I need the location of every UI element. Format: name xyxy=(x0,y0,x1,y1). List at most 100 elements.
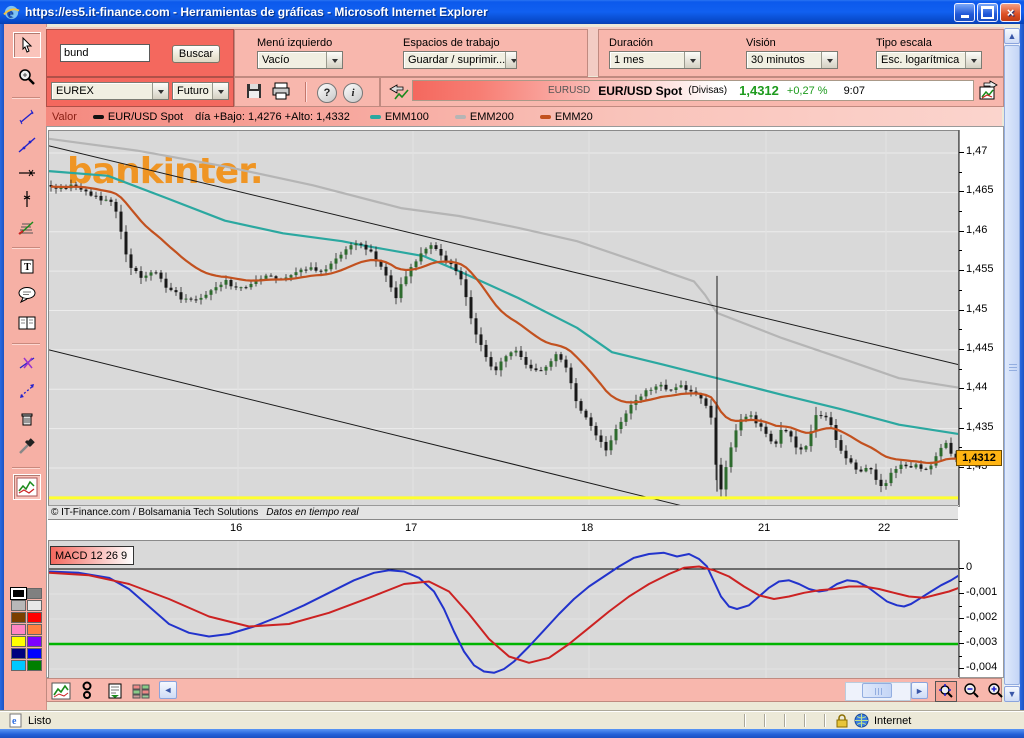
palette-color[interactable] xyxy=(11,612,26,623)
quote-bar[interactable]: EURUSD EUR/USD Spot (Divisas) 1,4312 +0,… xyxy=(412,80,974,101)
trend-segment-tool[interactable] xyxy=(13,104,41,130)
trend-line-tool[interactable] xyxy=(13,132,41,158)
palette-color[interactable] xyxy=(27,660,42,671)
candle xyxy=(455,264,458,271)
palette-color[interactable] xyxy=(11,660,26,671)
chart-back-button[interactable] xyxy=(387,81,411,103)
palette-color[interactable] xyxy=(11,600,26,611)
chevron-down-icon[interactable] xyxy=(505,52,517,68)
instrument-select[interactable]: Futuro xyxy=(172,82,229,100)
macd-macd-line xyxy=(49,553,959,673)
palette-color[interactable] xyxy=(27,612,42,623)
scroll-down-button[interactable]: ▼ xyxy=(1004,686,1020,702)
search-input[interactable] xyxy=(60,44,150,62)
settings-tool[interactable] xyxy=(13,434,41,460)
y-axis-label: -0,002 xyxy=(966,611,997,623)
scroll-up-button[interactable]: ▲ xyxy=(1004,28,1020,44)
minimize-button[interactable] xyxy=(954,3,975,22)
workspaces-select[interactable]: Guardar / suprimir... xyxy=(403,51,517,69)
save-button[interactable] xyxy=(245,82,265,102)
help-button[interactable]: ? xyxy=(317,83,337,103)
comment-tool[interactable] xyxy=(13,282,41,308)
chevron-down-icon[interactable] xyxy=(152,83,168,99)
title-bar[interactable]: e https://es5.it-finance.com - Herramien… xyxy=(0,0,1024,24)
candle xyxy=(625,414,628,422)
collapse-left-button[interactable]: ◄ xyxy=(159,681,177,699)
candle xyxy=(145,276,148,278)
candle xyxy=(840,440,843,451)
duration-select[interactable]: 1 mes xyxy=(609,51,701,69)
chevron-down-icon[interactable] xyxy=(684,52,700,68)
search-panel: Buscar xyxy=(46,29,234,77)
vertical-scroll-thumb[interactable] xyxy=(1004,45,1020,685)
time-axis[interactable]: 1617182122 xyxy=(48,519,958,538)
macd-axis[interactable]: 0-0,001-0,002-0,003-0,004 xyxy=(958,540,1005,677)
candle xyxy=(125,232,128,255)
horizontal-scrollbar[interactable] xyxy=(845,682,911,701)
palette-color[interactable] xyxy=(11,636,26,647)
trendline xyxy=(49,146,959,365)
main-chart-canvas[interactable]: bankinter. xyxy=(48,130,960,507)
zoom-tool[interactable] xyxy=(13,64,41,90)
chevron-down-icon[interactable] xyxy=(212,83,228,99)
palette-color[interactable] xyxy=(11,588,26,599)
legend-day-range: día +Bajo: 1,4276 +Alto: 1,4332 xyxy=(195,111,350,123)
palette-color[interactable] xyxy=(27,648,42,659)
zoom-out-button[interactable] xyxy=(961,681,981,700)
candle xyxy=(515,351,518,353)
palette-color[interactable] xyxy=(11,624,26,635)
key-button[interactable] xyxy=(77,681,97,700)
candle xyxy=(540,370,543,371)
vision-select[interactable]: 30 minutos xyxy=(746,51,838,69)
fibonacci-tool[interactable] xyxy=(13,214,41,240)
indicators-button[interactable] xyxy=(131,681,151,700)
palette-color[interactable] xyxy=(27,636,42,647)
taskbar-edge[interactable] xyxy=(0,729,1024,738)
scroll-right-button[interactable]: ► xyxy=(911,682,928,699)
menu-left-select[interactable]: Vacío xyxy=(257,51,343,69)
chart-view-button[interactable] xyxy=(51,681,71,700)
notebook-tool[interactable] xyxy=(13,310,41,336)
vertical-line-tool[interactable] xyxy=(13,186,41,212)
delete-line-tool[interactable] xyxy=(13,350,41,376)
text-tool[interactable]: T xyxy=(13,254,41,280)
export-button[interactable] xyxy=(105,681,125,700)
palette-color[interactable] xyxy=(27,588,42,599)
info-button[interactable]: i xyxy=(343,83,363,103)
candle xyxy=(725,467,728,489)
candle xyxy=(895,469,898,473)
trash-tool[interactable] xyxy=(13,406,41,432)
chevron-down-icon[interactable] xyxy=(965,52,981,68)
macd-label[interactable]: MACD 12 26 9 xyxy=(50,546,134,565)
candle xyxy=(850,458,853,462)
move-line-tool[interactable] xyxy=(13,378,41,404)
palette-color[interactable] xyxy=(27,600,42,611)
pan-zoom-button[interactable] xyxy=(935,681,957,702)
zoom-in-button[interactable] xyxy=(985,681,1005,700)
chart-style-tool[interactable] xyxy=(13,474,41,500)
macd-canvas[interactable] xyxy=(48,540,960,679)
palette-color[interactable] xyxy=(27,624,42,635)
axis-minor-tick xyxy=(959,581,962,582)
macd-signal-line xyxy=(49,567,959,663)
candle xyxy=(240,287,243,288)
print-button[interactable] xyxy=(271,82,293,102)
bottom-toolbar: ◄ ► xyxy=(46,678,1002,702)
search-button[interactable]: Buscar xyxy=(172,45,220,63)
pointer-tool[interactable] xyxy=(13,32,41,58)
close-button[interactable]: × xyxy=(1000,3,1021,22)
axis-tick xyxy=(959,152,964,153)
legend-value-label: Valor xyxy=(52,111,77,123)
candle xyxy=(530,365,533,369)
palette-color[interactable] xyxy=(11,648,26,659)
restore-button[interactable] xyxy=(977,3,998,22)
candle xyxy=(175,290,178,292)
scale-select[interactable]: Esc. logarítmica xyxy=(876,51,982,69)
chevron-down-icon[interactable] xyxy=(326,52,342,68)
vertical-scrollbar[interactable]: ▲ ▼ xyxy=(1004,28,1020,702)
chevron-down-icon[interactable] xyxy=(821,52,837,68)
horizontal-line-tool[interactable] xyxy=(13,160,41,186)
exchange-select[interactable]: EUREX xyxy=(51,82,169,100)
chart-forward-button[interactable] xyxy=(976,79,1000,103)
candle xyxy=(835,425,838,440)
